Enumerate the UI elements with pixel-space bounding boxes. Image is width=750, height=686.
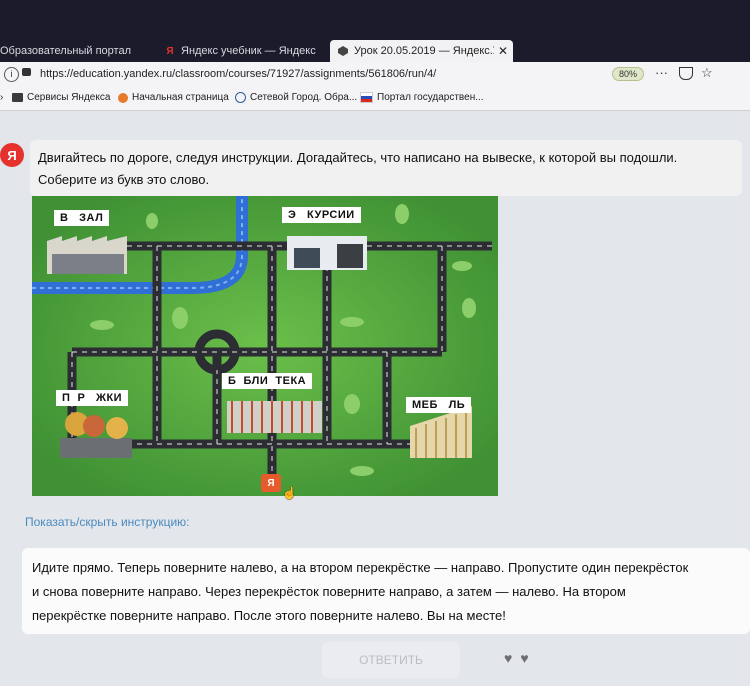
- bookmark-network-city[interactable]: Сетевой Город. Обра...: [235, 92, 357, 103]
- heart-icon: ♥: [504, 650, 521, 666]
- answer-button[interactable]: ОТВЕТИТЬ: [322, 642, 460, 678]
- tab-lesson[interactable]: Урок 20.05.2019 — Яндекс.Уче ✕: [330, 40, 513, 62]
- tab-label: Яндекс учебник — Яндекс: [181, 45, 316, 57]
- more-icon[interactable]: ···: [655, 65, 668, 80]
- pocket-icon[interactable]: [679, 67, 693, 80]
- mouse-cursor-icon: ☝: [282, 486, 297, 500]
- instructions-line1: Идите прямо. Теперь поверните налево, а …: [32, 560, 689, 575]
- task-prompt: Двигайтесь по дороге, следуя инструкции.…: [38, 147, 738, 191]
- bookmarks-toolbar: › Сервисы Яндекса Начальная страница Сет…: [0, 88, 750, 111]
- task-prompt-line1: Двигайтесь по дороге, следуя инструкции.…: [38, 150, 678, 165]
- star-bookmark-icon[interactable]: ☆: [701, 65, 713, 81]
- url-text[interactable]: https://education.yandex.ru/classroom/co…: [40, 68, 436, 80]
- tab-label: Урок 20.05.2019 — Яндекс.Уче: [354, 45, 494, 57]
- heart-icon: ♥: [520, 650, 537, 666]
- sign-furniture: МЕБ ЛЬ: [406, 397, 472, 413]
- instructions-line3: перекрёстке поверните направо. После это…: [32, 608, 506, 623]
- chevron-icon[interactable]: ›: [0, 92, 3, 103]
- yandex-tab-icon: Я: [166, 45, 174, 57]
- toggle-instructions-link[interactable]: Показать/скрыть инструкцию:: [25, 515, 190, 529]
- lock-icon: [22, 68, 31, 76]
- sign-library: Б БЛИ ТЕКА: [222, 373, 313, 389]
- bookmark-yandex-services[interactable]: Сервисы Яндекса: [12, 92, 110, 103]
- bookmark-gov-portal[interactable]: Портал государствен...: [360, 92, 484, 103]
- bookmark-label: Начальная страница: [132, 92, 229, 103]
- sign-hall: В ЗАЛ: [54, 210, 110, 226]
- hall-building: [47, 236, 127, 274]
- site-icon: [235, 92, 246, 103]
- bookmark-label: Сетевой Город. Обра...: [250, 92, 358, 103]
- city-map: В ЗАЛ Э КУРСИИ П Р ЖКИ Б БЛИ ТЕКА МЕБ ЛЬ…: [32, 196, 498, 500]
- lives-indicator: ♥♥: [504, 650, 537, 666]
- instructions-text: Идите прямо. Теперь поверните налево, а …: [32, 556, 747, 628]
- library-building: [227, 401, 322, 433]
- tab-label: Образовательный портал: [0, 45, 132, 57]
- bookmark-label: Портал государствен...: [377, 92, 484, 103]
- bookmark-start-page[interactable]: Начальная страница: [118, 92, 229, 103]
- sign-park: П Р ЖКИ: [56, 390, 129, 406]
- instructions-line2: и снова поверните направо. Через перекрё…: [32, 584, 626, 599]
- map-canvas: [32, 196, 498, 496]
- tab-portal[interactable]: Образовательный портал: [0, 40, 150, 62]
- russia-flag-icon: [360, 92, 373, 103]
- firefox-icon: [118, 92, 128, 103]
- folder-icon: [12, 93, 23, 102]
- player-marker[interactable]: Я: [261, 474, 281, 492]
- tab-bar: Образовательный портал Я Яндекс учебник …: [0, 0, 750, 62]
- close-tab-icon[interactable]: ✕: [498, 44, 508, 58]
- excursion-building: [287, 236, 367, 270]
- tab-yandex-textbook[interactable]: Я Яндекс учебник — Яндекс: [165, 40, 325, 62]
- bookmark-label: Сервисы Яндекса: [27, 92, 111, 103]
- address-bar: i https://education.yandex.ru/classroom/…: [0, 62, 750, 89]
- sign-excursions: Э КУРСИИ: [282, 207, 361, 223]
- info-icon[interactable]: i: [4, 67, 19, 82]
- yandex-avatar: Я: [0, 143, 24, 167]
- task-prompt-line2: Соберите из букв это слово.: [38, 172, 210, 187]
- zoom-badge[interactable]: 80%: [612, 67, 645, 81]
- yandex-education-tab-icon: [338, 46, 348, 56]
